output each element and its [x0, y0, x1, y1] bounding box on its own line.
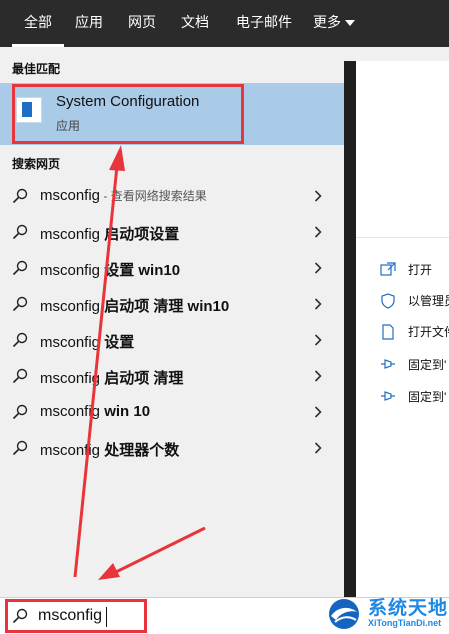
chevron-right-icon[interactable]	[314, 334, 322, 346]
open-file-location-icon	[382, 324, 394, 340]
watermark-subtitle: XiTongTianDi.net	[368, 618, 442, 628]
query-suffix: win 10	[100, 403, 151, 420]
web-search-result[interactable]: msconfig - 查看网络搜索结果	[0, 178, 344, 214]
query-suffix: 处理器个数	[100, 442, 180, 459]
tab-documents[interactable]: 文档	[172, 0, 218, 47]
action-open-file-location-label: 打开文件	[408, 325, 449, 339]
query-text: msconfig	[40, 187, 101, 204]
action-pin-start-label: 固定到'	[408, 358, 447, 372]
web-search-query: msconfig win 10	[40, 403, 150, 420]
web-search-result[interactable]: msconfig 启动项 清理 win10	[0, 286, 344, 322]
tab-apps[interactable]: 应用	[66, 0, 112, 47]
query-suffix: 启动项 清理 win10	[100, 298, 230, 315]
chevron-right-icon[interactable]	[314, 442, 322, 454]
search-icon	[12, 440, 28, 456]
web-search-query: msconfig 处理器个数	[40, 439, 179, 460]
web-search-result[interactable]: msconfig 启动项 清理	[0, 358, 344, 394]
query-hint: - 查看网络搜索结果	[100, 189, 207, 203]
action-run-as-admin-label: 以管理员	[408, 294, 449, 308]
query-suffix: 启动项 清理	[100, 370, 184, 387]
watermark-title: 系统天地	[368, 598, 449, 619]
search-icon	[12, 188, 28, 204]
pin-start-icon	[381, 359, 395, 369]
action-open-label: 打开	[408, 263, 433, 277]
pin-taskbar-icon	[381, 391, 395, 401]
web-search-query: msconfig 设置	[40, 331, 134, 352]
chevron-right-icon[interactable]	[314, 262, 322, 274]
search-icon	[12, 260, 28, 276]
annotation-highlight-best-match	[12, 84, 244, 144]
web-search-result[interactable]: msconfig 处理器个数	[0, 430, 344, 466]
query-text: msconfig	[40, 403, 101, 420]
web-search-query: msconfig 启动项设置	[40, 223, 179, 244]
web-search-result[interactable]: msconfig win 10	[0, 394, 344, 430]
query-text: msconfig	[40, 334, 101, 351]
chevron-right-icon[interactable]	[314, 370, 322, 382]
web-search-query: msconfig 启动项 清理 win10	[40, 295, 229, 316]
section-web-search: 搜索网页	[12, 157, 61, 171]
search-icon	[12, 224, 28, 240]
chevron-down-icon	[345, 20, 355, 27]
query-suffix: 设置 win10	[100, 262, 181, 279]
query-text: msconfig	[40, 262, 101, 279]
section-best-match: 最佳匹配	[12, 62, 61, 76]
web-search-result[interactable]: msconfig 启动项设置	[0, 214, 344, 250]
tab-more[interactable]: 更多	[306, 0, 362, 47]
tab-email[interactable]: 电子邮件	[226, 0, 302, 47]
search-icon	[12, 332, 28, 348]
web-search-result[interactable]: msconfig 设置	[0, 322, 344, 358]
query-text: msconfig	[40, 370, 101, 387]
tab-more-label: 更多	[313, 14, 341, 30]
details-divider	[356, 237, 449, 238]
tab-web[interactable]: 网页	[118, 0, 166, 47]
query-text: msconfig	[40, 442, 101, 459]
tab-all[interactable]: 全部	[12, 0, 64, 47]
details-pane-header	[344, 47, 449, 61]
search-scope-tabbar: 全部 应用 网页 文档 电子邮件 更多	[0, 0, 449, 47]
admin-shield-icon	[381, 293, 395, 309]
annotation-highlight-search-box	[5, 599, 147, 633]
web-search-query: msconfig - 查看网络搜索结果	[40, 187, 207, 204]
chevron-right-icon[interactable]	[314, 298, 322, 310]
search-icon	[12, 368, 28, 384]
open-icon	[380, 262, 396, 276]
web-search-result[interactable]: msconfig 设置 win10	[0, 250, 344, 286]
search-icon	[12, 404, 28, 420]
chevron-right-icon[interactable]	[314, 406, 322, 418]
query-suffix: 设置	[100, 334, 135, 351]
chevron-right-icon[interactable]	[314, 190, 322, 202]
web-search-query: msconfig 设置 win10	[40, 259, 180, 280]
query-suffix: 启动项设置	[100, 226, 180, 243]
search-icon	[12, 296, 28, 312]
query-text: msconfig	[40, 298, 101, 315]
query-text: msconfig	[40, 226, 101, 243]
web-search-query: msconfig 启动项 清理	[40, 367, 183, 388]
action-pin-taskbar-label: 固定到'	[408, 390, 447, 404]
chevron-right-icon[interactable]	[314, 226, 322, 238]
